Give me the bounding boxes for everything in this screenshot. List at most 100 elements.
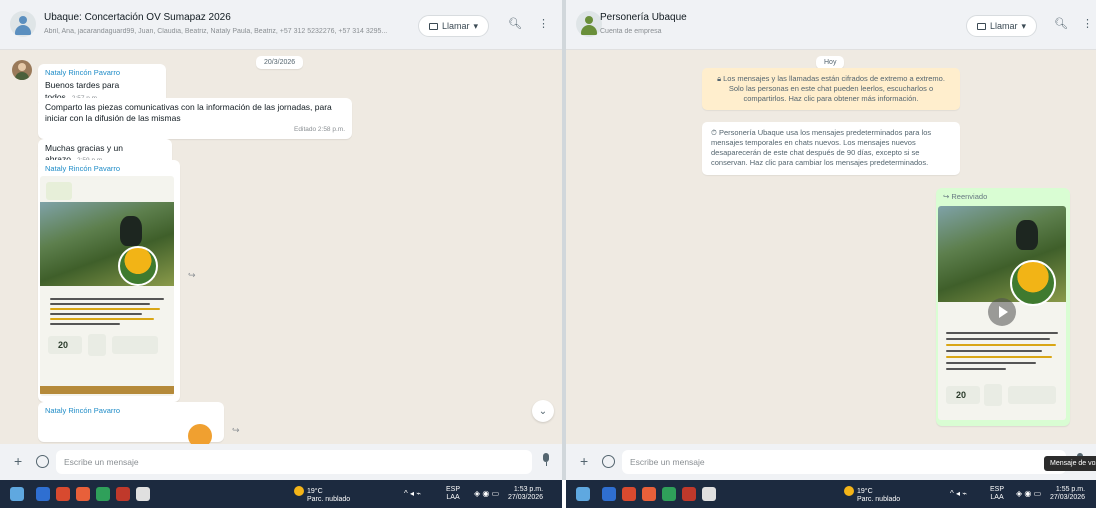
- forward-icon[interactable]: ↪: [232, 425, 240, 436]
- clock[interactable]: 1:53 p.m. 27/03/2026: [508, 486, 543, 503]
- app-icon[interactable]: [682, 487, 696, 501]
- poster-badge: [1010, 260, 1056, 306]
- app-icon[interactable]: [116, 487, 130, 501]
- poster-number: 20: [956, 390, 967, 400]
- poster-image[interactable]: 20: [40, 176, 174, 396]
- play-icon[interactable]: [988, 298, 1016, 326]
- call-button[interactable]: Llamar ▾: [966, 15, 1038, 37]
- business-avatar-icon[interactable]: [576, 11, 602, 37]
- lang-layout: LAA: [990, 494, 1004, 502]
- sun-icon: [844, 486, 854, 496]
- clock-date: 27/03/2026: [1050, 494, 1086, 502]
- language-indicator[interactable]: ESP LAA: [446, 486, 460, 503]
- chevron-down-icon: ▾: [473, 20, 479, 31]
- disappearing-notice-text: Personería Ubaque usa los mensajes prede…: [711, 128, 932, 168]
- message-bubble[interactable]: Comparto las piezas comunicativas con la…: [38, 98, 352, 139]
- search-icon[interactable]: 🔍︎: [1054, 17, 1068, 30]
- message-composer: + Escribe un mensaje: [566, 444, 1096, 480]
- message-text: Comparto las piezas comunicativas con la…: [45, 102, 332, 124]
- browser-icon[interactable]: [602, 487, 616, 501]
- poster-number: 20: [58, 340, 69, 350]
- app-icon[interactable]: [622, 487, 636, 501]
- clock-time: 1:53 p.m.: [513, 486, 544, 493]
- weather-temp: 19°C: [307, 487, 323, 495]
- chrome-icon[interactable]: [76, 487, 90, 501]
- network-volume-icon[interactable]: ◈ ◉ ▭: [1016, 489, 1041, 498]
- logo: [46, 182, 72, 200]
- app-icon[interactable]: [662, 487, 676, 501]
- scroll-down-button[interactable]: ⌄: [532, 400, 554, 422]
- date-chip: 20/3/2026: [256, 56, 304, 69]
- message-time: Editado 2:58 p.m.: [294, 125, 345, 133]
- plus-icon[interactable]: +: [580, 453, 588, 469]
- image-message[interactable]: Nataly Rincón Pavarro: [38, 402, 224, 448]
- windows-start-icon[interactable]: [576, 487, 590, 501]
- sticker-icon[interactable]: [36, 455, 49, 468]
- chat-header[interactable]: Personería Ubaque Cuenta de empresa Llam…: [566, 0, 1096, 50]
- language-indicator[interactable]: ESP LAA: [990, 486, 1004, 503]
- poster-image[interactable]: 20: [938, 206, 1066, 420]
- chrome-icon[interactable]: [642, 487, 656, 501]
- chevron-down-icon: ▾: [1021, 20, 1027, 31]
- weather-widget[interactable]: 19°C Parc. nublado: [844, 486, 900, 504]
- weather-desc: Parc. nublado: [857, 496, 901, 503]
- message-composer: + Escribe un mensaje: [0, 444, 562, 480]
- left-chat-window: Ubaque: Concertación OV Sumapaz 2026 Abr…: [0, 0, 562, 480]
- microphone-icon[interactable]: [542, 453, 550, 466]
- lang-layout: LAA: [446, 494, 460, 502]
- weather-desc: Parc. nublado: [307, 496, 351, 503]
- weather-widget[interactable]: 19°C Parc. nublado: [294, 486, 350, 504]
- forwarded-label: ↪ Reenviado: [943, 192, 988, 201]
- weather-temp: 19°C: [857, 487, 873, 495]
- timer-icon: ⏱: [711, 128, 719, 137]
- network-volume-icon[interactable]: ◈ ◉ ▭: [474, 489, 499, 498]
- message-input[interactable]: Escribe un mensaje: [622, 450, 1066, 474]
- video-call-icon: [429, 22, 438, 30]
- chat-subtitle[interactable]: Cuenta de empresa: [600, 28, 960, 35]
- message-sender[interactable]: Nataly Rincón Pavarro: [45, 68, 159, 78]
- clock-time: 1:55 p.m.: [1055, 486, 1086, 493]
- chat-title[interactable]: Personería Ubaque: [600, 12, 687, 23]
- system-tray[interactable]: ^ ◂ ⌁: [404, 489, 421, 498]
- call-button-label: Llamar: [990, 21, 1018, 31]
- call-button-label: Llamar: [442, 21, 470, 31]
- call-button[interactable]: Llamar ▾: [418, 15, 490, 37]
- taskbar: 19°C Parc. nublado ^ ◂ ⌁ ESP LAA ◈ ◉ ▭ 1:…: [566, 480, 1096, 508]
- message-input[interactable]: Escribe un mensaje: [56, 450, 532, 474]
- chat-title[interactable]: Ubaque: Concertación OV Sumapaz 2026: [44, 12, 231, 23]
- clock-date: 27/03/2026: [508, 494, 544, 502]
- forwarded-label-text: Reenviado: [951, 192, 988, 201]
- taskbar: 19°C Parc. nublado ^ ◂ ⌁ ESP LAA ◈ ◉ ▭ 1:…: [0, 480, 562, 508]
- app-icon[interactable]: [96, 487, 110, 501]
- group-avatar-icon[interactable]: [10, 11, 36, 37]
- right-chat-window: Personería Ubaque Cuenta de empresa Llam…: [566, 0, 1096, 480]
- message-sender[interactable]: Nataly Rincón Pavarro: [45, 164, 173, 174]
- image-message[interactable]: Nataly Rincón Pavarro 20: [38, 160, 180, 402]
- search-icon[interactable]: 🔍︎: [508, 17, 522, 30]
- lang-code: ESP: [446, 486, 461, 493]
- message-sender[interactable]: Nataly Rincón Pavarro: [45, 406, 217, 416]
- voice-message-tooltip: Mensaje de voz: [1044, 456, 1096, 471]
- disappearing-messages-notice[interactable]: ⏱ Personería Ubaque usa los mensajes pre…: [702, 122, 960, 175]
- forward-icon[interactable]: ↪: [188, 270, 196, 281]
- poster-badge: [118, 246, 158, 286]
- app-icon[interactable]: [702, 487, 716, 501]
- encryption-notice-text: Los mensajes y las llamadas están cifrad…: [723, 74, 945, 104]
- video-call-icon: [977, 22, 986, 30]
- chat-header[interactable]: Ubaque: Concertación OV Sumapaz 2026 Abr…: [0, 0, 562, 50]
- menu-dots-icon[interactable]: ⋮: [538, 17, 549, 30]
- menu-dots-icon[interactable]: ⋮: [1082, 17, 1093, 30]
- sticker-icon[interactable]: [602, 455, 615, 468]
- avatar[interactable]: [12, 60, 32, 80]
- clock[interactable]: 1:55 p.m. 27/03/2026: [1050, 486, 1085, 503]
- encryption-notice[interactable]: 🔒︎ Los mensajes y las llamadas están cif…: [702, 68, 960, 111]
- app-icon[interactable]: [56, 487, 70, 501]
- plus-icon[interactable]: +: [14, 453, 22, 469]
- browser-icon[interactable]: [36, 487, 50, 501]
- chat-participants[interactable]: Abril, Ana, jacarandaguard99, Juan, Clau…: [44, 28, 404, 35]
- outgoing-image-message[interactable]: ↪ Reenviado 20: [936, 188, 1070, 426]
- system-tray[interactable]: ^ ◂ ⌁: [950, 489, 967, 498]
- sun-icon: [294, 486, 304, 496]
- windows-start-icon[interactable]: [10, 487, 24, 501]
- app-icon[interactable]: [136, 487, 150, 501]
